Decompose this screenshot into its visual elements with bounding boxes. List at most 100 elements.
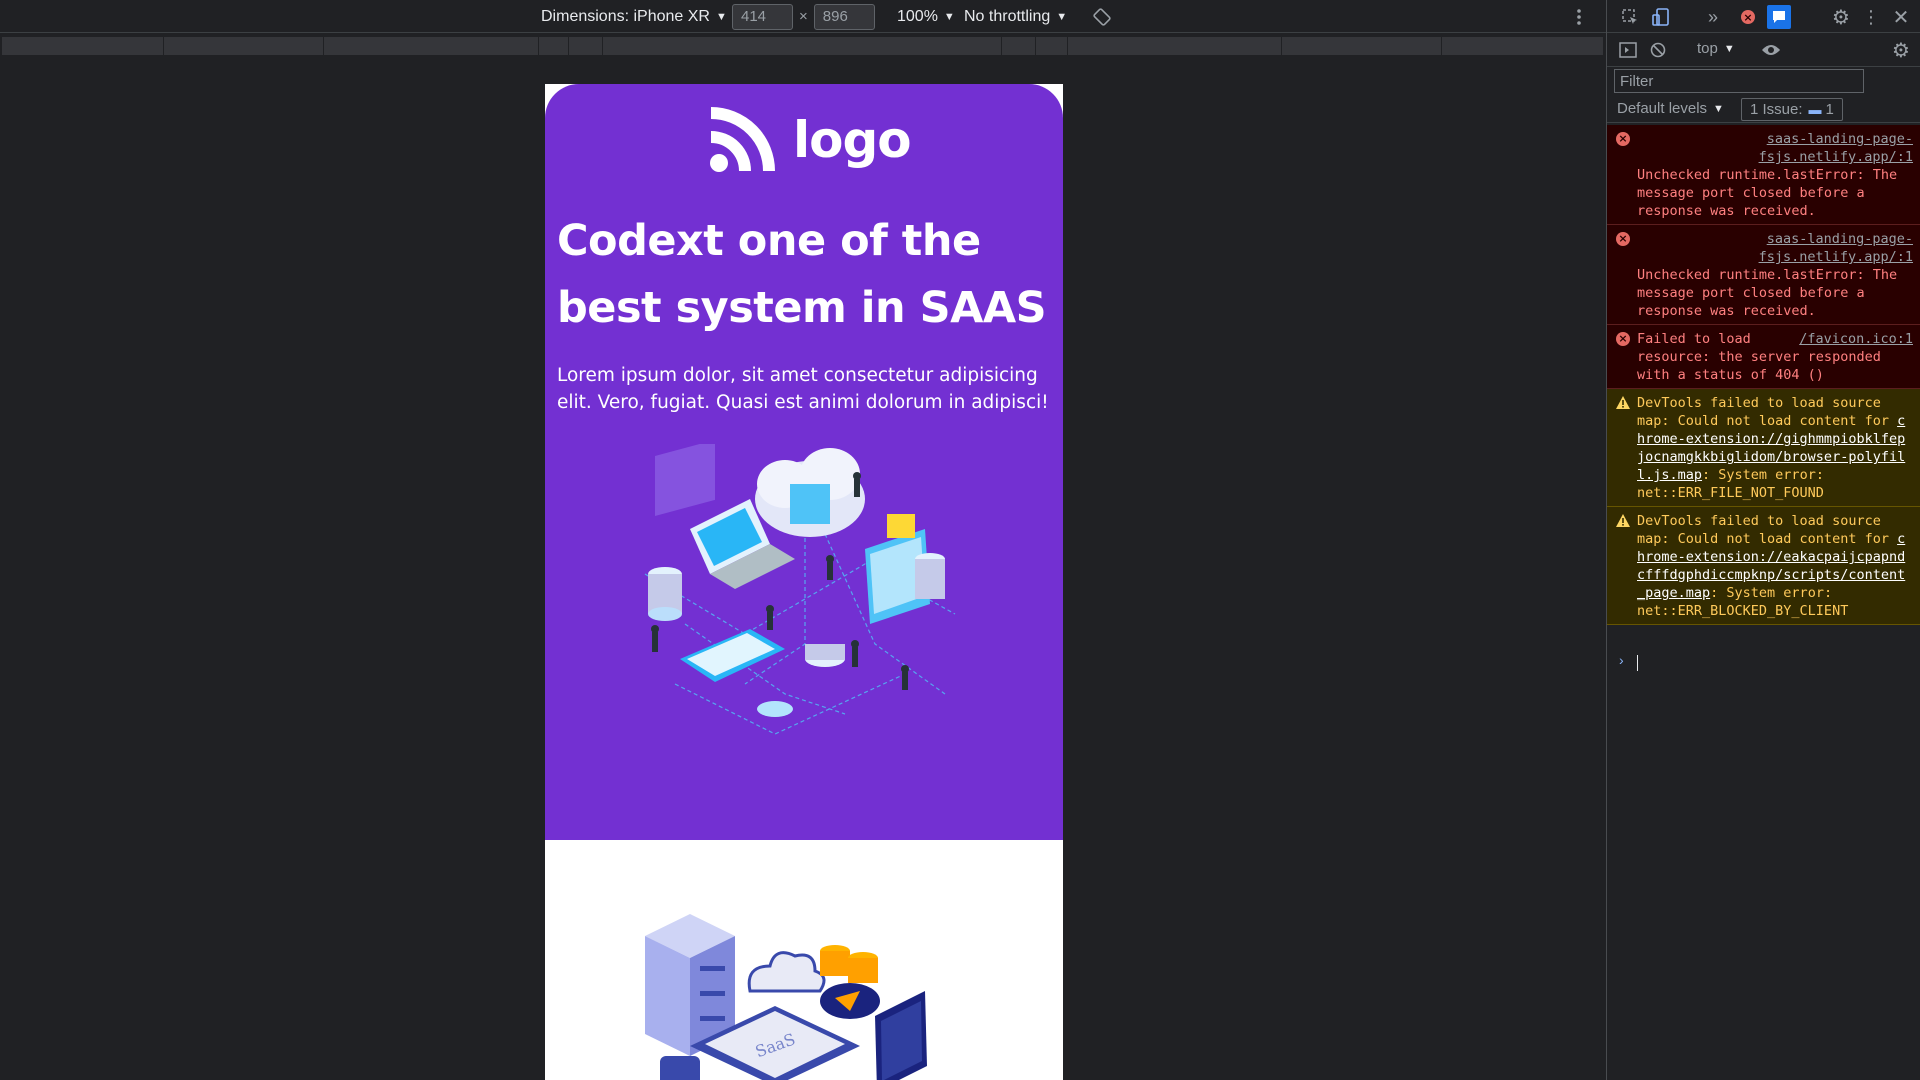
media-query-segment[interactable] xyxy=(1282,37,1442,55)
device-select[interactable]: Dimensions: iPhone XR ▼ xyxy=(541,0,727,33)
caret-down-icon: ▼ xyxy=(1713,102,1724,115)
message-source-link[interactable]: /favicon.ico:1 xyxy=(1799,330,1913,348)
media-query-segment[interactable] xyxy=(1442,37,1604,55)
log-levels-row: Default levels ▼ 1 Issue: ▬ 1 xyxy=(1607,97,1920,123)
device-toolbar: Dimensions: iPhone XR ▼ 414 × 896 100% ▼… xyxy=(0,0,1606,33)
width-input[interactable]: 414 xyxy=(732,3,793,30)
live-expression-button[interactable] xyxy=(1759,39,1783,61)
cloud-network-illustration xyxy=(644,444,956,735)
context-label: top xyxy=(1697,40,1718,57)
error-count-button[interactable]: × xyxy=(1737,6,1759,28)
cloud-server-icon xyxy=(755,448,865,537)
times-sign: × xyxy=(799,8,808,25)
monitor-icon xyxy=(865,514,945,624)
caret-down-icon: ▼ xyxy=(1056,10,1068,23)
rotate-icon xyxy=(1093,7,1111,26)
message-source-link[interactable]: saas-landing-page-fsjs.netlify.app/:1 xyxy=(1637,130,1913,166)
throttling-label: No throttling xyxy=(964,7,1051,25)
context-select[interactable]: top ▼ xyxy=(1697,40,1735,57)
zoom-label: 100% xyxy=(897,7,938,25)
caret-down-icon: ▼ xyxy=(1723,42,1735,55)
message-icon xyxy=(1773,11,1785,23)
browser-window: Dimensions: iPhone XR ▼ 414 × 896 100% ▼… xyxy=(0,0,1920,1080)
inspect-icon xyxy=(1622,9,1637,24)
console-toolbar: top ▼ ⚙ xyxy=(1607,33,1920,67)
error-icon: × xyxy=(1616,132,1630,146)
media-query-segment[interactable] xyxy=(539,37,569,55)
message-icon: ▬ xyxy=(1808,102,1822,117)
issues-count-button[interactable] xyxy=(1767,5,1791,29)
media-query-segment[interactable] xyxy=(1002,37,1036,55)
console-warning-message[interactable]: DevTools failed to load source map: Coul… xyxy=(1607,507,1920,625)
more-tabs-button[interactable]: » xyxy=(1701,5,1725,29)
device-dimensions-label: Dimensions: iPhone XR xyxy=(541,7,710,25)
zoom-select[interactable]: 100% ▼ xyxy=(897,0,955,33)
cloud-icon xyxy=(747,951,826,993)
close-icon: ✕ xyxy=(1892,6,1910,29)
phone-platform-icon xyxy=(680,629,785,682)
settings-button[interactable]: ⚙ xyxy=(1829,5,1853,29)
height-input[interactable]: 896 xyxy=(813,3,875,30)
default-levels-label: Default levels xyxy=(1617,100,1708,117)
devtools-toolbar: » × ⚙ ⋮ ✕ xyxy=(1607,0,1920,33)
console-error-message[interactable]: × /favicon.ico:1 Failed to load resource… xyxy=(1607,325,1920,389)
logo-text: logo xyxy=(793,111,912,169)
inspect-element-button[interactable] xyxy=(1619,6,1641,28)
toolbar-more-button[interactable] xyxy=(1576,0,1582,33)
console-filter-input[interactable]: Filter xyxy=(1614,69,1864,93)
message-text: DevTools failed to load source map: Coul… xyxy=(1637,513,1898,547)
media-query-segment[interactable] xyxy=(603,37,1002,55)
gear-icon: ⚙ xyxy=(1892,39,1910,62)
chevron-right-icon: › xyxy=(1619,652,1624,668)
media-query-bar xyxy=(0,34,1606,58)
block-icon xyxy=(1650,42,1666,58)
media-query-segment[interactable] xyxy=(164,37,324,55)
sidebar-toggle-button[interactable] xyxy=(1617,39,1639,61)
rss-logo-icon xyxy=(710,107,775,172)
issues-button[interactable]: 1 Issue: ▬ 1 xyxy=(1741,98,1843,121)
console-error-message[interactable]: × saas-landing-page-fsjs.netlify.app/:1 … xyxy=(1607,125,1920,225)
clear-console-button[interactable] xyxy=(1647,39,1669,61)
site-logo[interactable]: logo xyxy=(709,107,912,173)
text-cursor xyxy=(1637,655,1638,671)
gear-icon: ⚙ xyxy=(1832,6,1850,29)
issues-count: 1 xyxy=(1825,101,1834,118)
devtools-menu-button[interactable]: ⋮ xyxy=(1859,5,1883,29)
error-icon: × xyxy=(1616,332,1630,346)
throttling-select[interactable]: No throttling ▼ xyxy=(964,0,1067,33)
rotate-button[interactable] xyxy=(1093,0,1111,33)
dimension-inputs: 414 × 896 xyxy=(732,0,875,33)
issues-label: 1 Issue: xyxy=(1750,101,1803,118)
eye-icon xyxy=(1762,45,1780,55)
console-messages: × saas-landing-page-fsjs.netlify.app/:1 … xyxy=(1607,125,1920,625)
media-query-segment[interactable] xyxy=(569,37,603,55)
default-levels-select[interactable]: Default levels ▼ xyxy=(1617,100,1724,117)
message-source-link[interactable]: saas-landing-page-fsjs.netlify.app/:1 xyxy=(1637,230,1913,266)
hero-section: logo Codext one of the best system in SA… xyxy=(545,84,1063,840)
database-icon xyxy=(648,567,682,621)
message-text: DevTools failed to load source map: Coul… xyxy=(1637,395,1898,429)
saas-servers-illustration: SaaS xyxy=(645,914,927,1080)
console-warning-message[interactable]: DevTools failed to load source map: Coul… xyxy=(1607,389,1920,507)
media-query-segment[interactable] xyxy=(324,37,539,55)
caret-down-icon: ▼ xyxy=(715,10,727,23)
warning-icon xyxy=(1616,396,1630,410)
console-error-message[interactable]: × saas-landing-page-fsjs.netlify.app/:1 … xyxy=(1607,225,1920,325)
message-text: Unchecked runtime.lastError: The message… xyxy=(1637,167,1898,219)
media-query-segment[interactable] xyxy=(2,37,164,55)
message-text: Unchecked runtime.lastError: The message… xyxy=(1637,267,1898,319)
console-settings-button[interactable]: ⚙ xyxy=(1889,39,1913,62)
error-icon: × xyxy=(1741,10,1755,24)
media-query-segment[interactable] xyxy=(1068,37,1282,55)
console-prompt[interactable]: › xyxy=(1607,652,1920,674)
device-toggle-button[interactable] xyxy=(1649,5,1673,29)
close-devtools-button[interactable]: ✕ xyxy=(1889,5,1913,29)
more-vertical-icon: ⋮ xyxy=(1862,6,1880,27)
devtools-panel: » × ⚙ ⋮ ✕ top ▼ ⚙ Filter Default levels … xyxy=(1606,0,1920,1080)
more-vertical-icon xyxy=(1577,8,1581,25)
media-query-segment[interactable] xyxy=(1036,37,1068,55)
error-icon: × xyxy=(1616,232,1630,246)
device-mode-icon xyxy=(1652,8,1669,26)
device-screen[interactable]: logo Codext one of the best system in SA… xyxy=(545,84,1063,1080)
hero-description: Lorem ipsum dolor, sit amet consectetur … xyxy=(557,365,1049,413)
